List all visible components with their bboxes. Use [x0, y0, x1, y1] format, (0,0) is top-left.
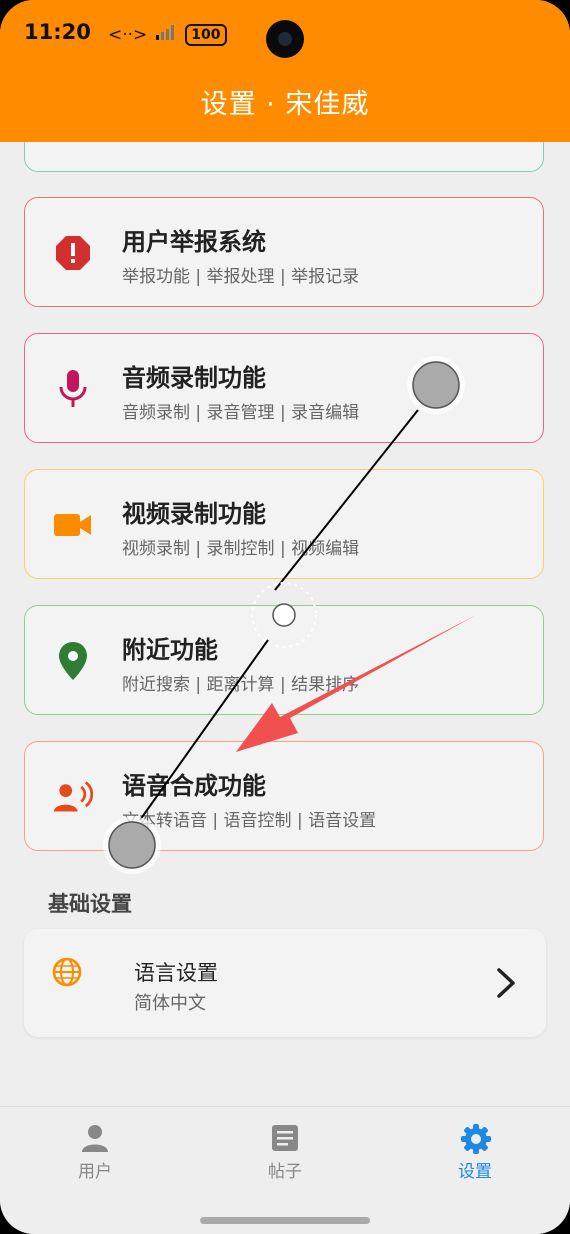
- video-camera-icon: [53, 505, 93, 545]
- settings-list[interactable]: 用户举报系统 举报功能 | 举报处理 | 举报记录 音频录制功能 音频录制 | …: [0, 142, 570, 1106]
- section-title-basic: 基础设置: [48, 892, 132, 916]
- card-subtitle: 文本转语音 | 语音控制 | 语音设置: [122, 811, 377, 831]
- front-camera: [266, 20, 304, 58]
- home-indicator[interactable]: [200, 1217, 370, 1224]
- feature-card-nearby[interactable]: 附近功能 附近搜索 | 距离计算 | 结果排序: [24, 605, 544, 715]
- language-setting-row[interactable]: 语言设置 简体中文: [24, 929, 546, 1037]
- voice-speaker-icon: [53, 777, 93, 817]
- feature-card-audio[interactable]: 音频录制功能 音频录制 | 录音管理 | 录音编辑: [24, 333, 544, 443]
- nav-label: 设置: [458, 1162, 492, 1182]
- card-subtitle: 视频录制 | 录制控制 | 视频编辑: [122, 539, 360, 559]
- card-subtitle: 附近搜索 | 距离计算 | 结果排序: [122, 675, 360, 695]
- feature-card-partial[interactable]: [24, 142, 544, 172]
- card-title: 视频录制功能: [122, 500, 266, 528]
- card-title: 用户举报系统: [122, 228, 266, 256]
- status-icons: <··> 100: [108, 23, 227, 46]
- app-header: 11:20 <··> 100 设置 · 宋佳威: [0, 0, 570, 142]
- language-setting-title: 语言设置: [134, 961, 218, 985]
- nav-label: 用户: [78, 1162, 112, 1182]
- signal-icon: [155, 23, 177, 46]
- chevron-right-icon: [494, 967, 518, 999]
- location-pin-icon: [53, 641, 93, 681]
- nav-item-posts[interactable]: 帖子: [225, 1123, 345, 1182]
- nav-item-users[interactable]: 用户: [35, 1123, 155, 1182]
- report-icon: [53, 233, 93, 273]
- feature-card-report[interactable]: 用户举报系统 举报功能 | 举报处理 | 举报记录: [24, 197, 544, 307]
- globe-icon: [52, 957, 82, 987]
- card-title: 附近功能: [122, 636, 218, 664]
- feature-card-video[interactable]: 视频录制功能 视频录制 | 录制控制 | 视频编辑: [24, 469, 544, 579]
- language-setting-value: 简体中文: [134, 993, 206, 1014]
- data-transfer-icon: <··>: [108, 24, 148, 45]
- feature-card-tts[interactable]: 语音合成功能 文本转语音 | 语音控制 | 语音设置: [24, 741, 544, 851]
- page-title: 设置 · 宋佳威: [200, 89, 370, 120]
- card-subtitle: 举报功能 | 举报处理 | 举报记录: [122, 267, 360, 287]
- nav-item-settings[interactable]: 设置: [415, 1123, 535, 1182]
- nav-label: 帖子: [268, 1162, 302, 1182]
- card-subtitle: 音频录制 | 录音管理 | 录音编辑: [122, 403, 360, 423]
- article-icon: [270, 1123, 300, 1153]
- gear-icon: [460, 1123, 491, 1154]
- battery-icon: 100: [185, 23, 227, 46]
- status-time: 11:20: [24, 20, 91, 44]
- card-title: 音频录制功能: [122, 364, 266, 392]
- person-icon: [80, 1123, 110, 1153]
- phone-screen: 11:20 <··> 100 设置 · 宋佳威 用户举报系统 举报功能 | 举报…: [0, 0, 570, 1234]
- bottom-navigation: 用户 帖子 设置: [0, 1106, 570, 1234]
- microphone-icon: [53, 369, 93, 409]
- card-title: 语音合成功能: [122, 772, 266, 800]
